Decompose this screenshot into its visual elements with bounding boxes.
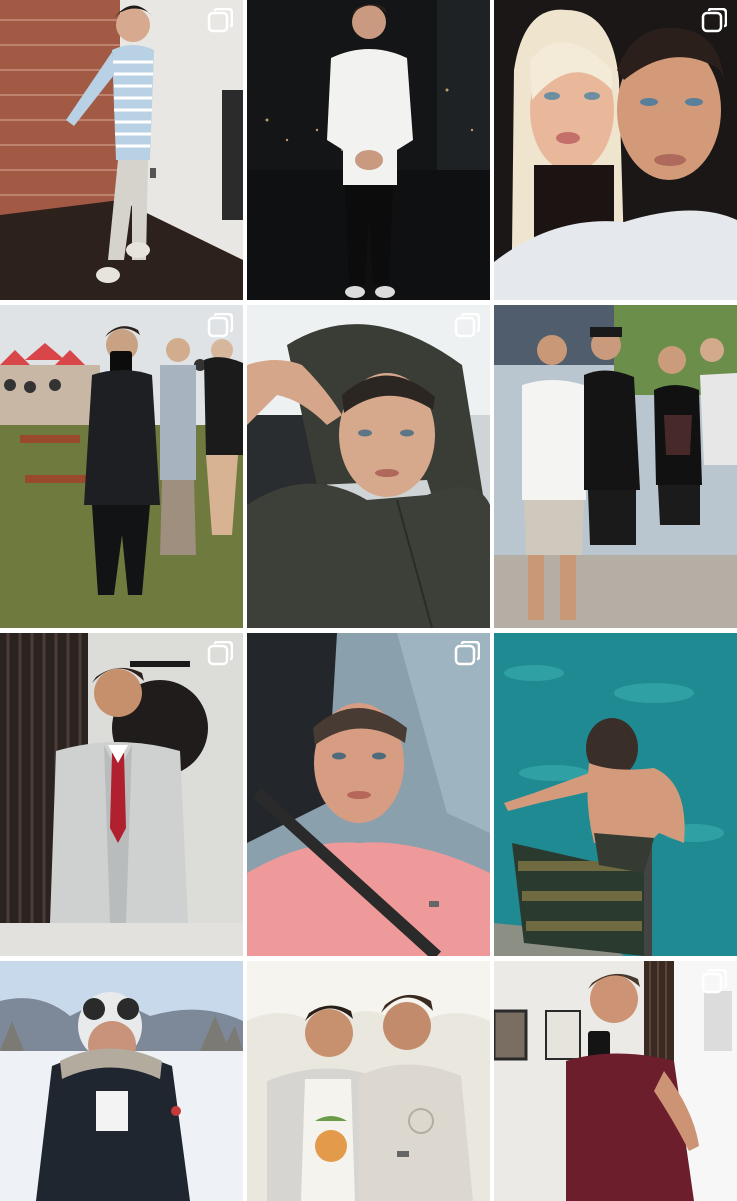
post-image	[494, 305, 737, 628]
carousel-stack-icon	[701, 8, 727, 34]
post-image	[494, 633, 737, 956]
post-image	[0, 305, 243, 628]
post-thumbnail-6[interactable]	[494, 305, 737, 628]
post-thumbnail-1[interactable]	[0, 0, 243, 300]
post-thumbnail-5[interactable]	[247, 305, 490, 628]
post-image	[494, 0, 737, 300]
post-thumbnail-8[interactable]	[247, 633, 490, 956]
post-image	[247, 305, 490, 628]
post-thumbnail-11[interactable]	[247, 961, 490, 1201]
carousel-stack-icon	[454, 313, 480, 339]
post-image	[0, 0, 243, 300]
post-thumbnail-7[interactable]	[0, 633, 243, 956]
post-thumbnail-12[interactable]	[494, 961, 737, 1201]
post-thumbnail-3[interactable]	[494, 0, 737, 300]
carousel-stack-icon	[207, 313, 233, 339]
carousel-stack-icon	[207, 8, 233, 34]
post-image	[247, 961, 490, 1201]
post-thumbnail-4[interactable]	[0, 305, 243, 628]
post-image	[247, 633, 490, 956]
carousel-stack-icon	[207, 641, 233, 667]
carousel-stack-icon	[701, 969, 727, 995]
post-image	[0, 961, 243, 1201]
post-image	[0, 633, 243, 956]
post-image	[494, 961, 737, 1201]
carousel-stack-icon	[454, 641, 480, 667]
post-thumbnail-10[interactable]	[0, 961, 243, 1201]
post-image	[247, 0, 490, 300]
profile-post-grid	[0, 0, 737, 1201]
post-thumbnail-9[interactable]	[494, 633, 737, 956]
post-thumbnail-2[interactable]	[247, 0, 490, 300]
